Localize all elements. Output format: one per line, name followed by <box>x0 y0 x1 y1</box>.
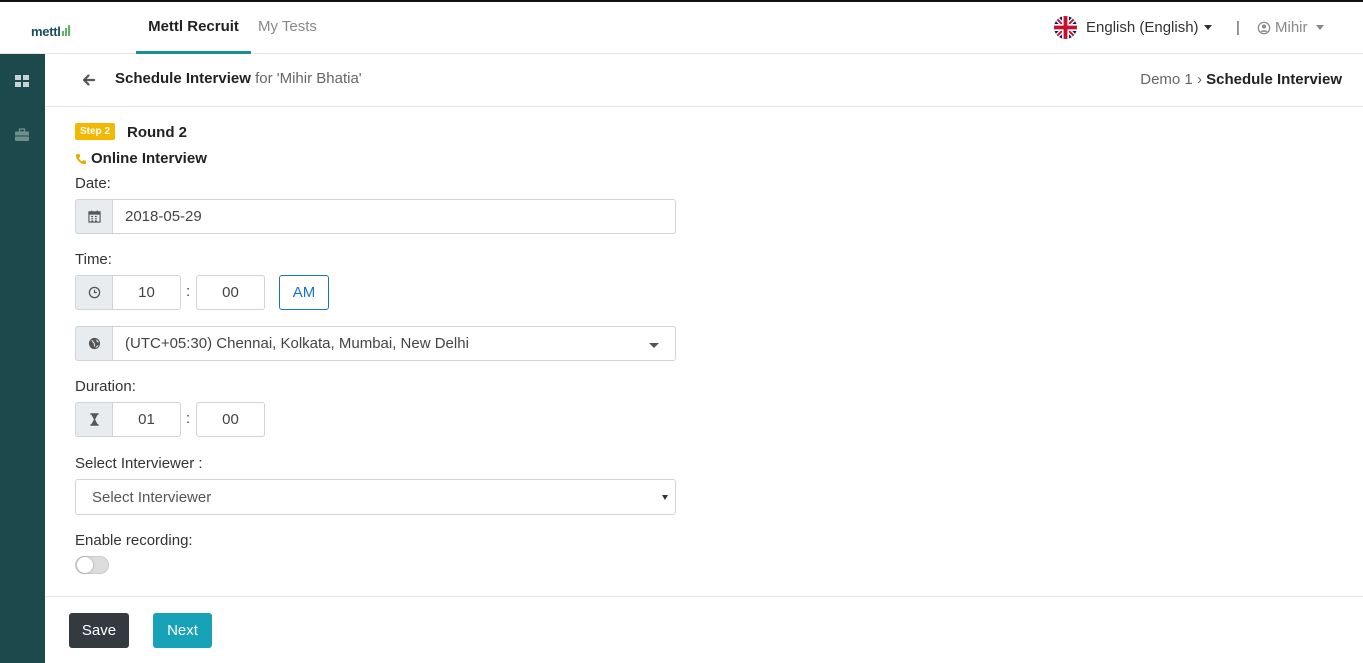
language-dropdown[interactable]: English (English) <box>1054 16 1212 39</box>
dashboard-grid-icon[interactable] <box>14 73 30 89</box>
timezone-value: (UTC+05:30) Chennai, Kolkata, Mumbai, Ne… <box>125 335 469 352</box>
caret-down-icon <box>649 343 659 348</box>
page-title: Schedule Interview for 'Mihir Bhatia' <box>115 70 362 87</box>
back-arrow-icon[interactable] <box>81 72 97 88</box>
step-badge: Step 2 <box>75 123 116 140</box>
globe-icon <box>88 337 100 350</box>
breadcrumb-separator: › <box>1196 71 1202 88</box>
caret-down-icon <box>1203 25 1212 30</box>
top-navbar: mettl Mettl Recruit My Tests English (En… <box>0 2 1363 54</box>
phone-icon <box>75 153 86 164</box>
clock-icon <box>88 286 100 299</box>
recording-label: Enable recording: <box>75 532 193 549</box>
sidebar <box>0 54 45 663</box>
form-footer: Save Next <box>45 596 1363 663</box>
interviewer-label: Select Interviewer : <box>75 455 203 472</box>
clock-addon <box>75 275 113 310</box>
hourglass-icon <box>89 413 99 426</box>
calendar-addon <box>75 199 113 234</box>
page-title-main: Schedule Interview <box>115 70 251 87</box>
globe-addon <box>75 326 113 361</box>
page-subheader: Schedule Interview for 'Mihir Bhatia' De… <box>45 55 1363 107</box>
time-minute-input[interactable]: 00 <box>196 275 265 310</box>
timezone-select[interactable]: (UTC+05:30) Chennai, Kolkata, Mumbai, Ne… <box>112 326 676 361</box>
interviewer-select[interactable]: Select Interviewer <box>75 479 676 515</box>
language-label: English (English) <box>1086 19 1199 36</box>
recording-toggle[interactable] <box>75 556 109 574</box>
user-circle-icon <box>1257 21 1271 34</box>
uk-flag-icon <box>1054 16 1077 39</box>
briefcase-icon[interactable] <box>14 127 30 143</box>
interview-mode-label: Online Interview <box>91 150 207 167</box>
hourglass-addon <box>75 402 113 437</box>
interview-mode: Online Interview <box>75 150 207 167</box>
save-button[interactable]: Save <box>69 613 129 648</box>
duration-label: Duration: <box>75 378 136 395</box>
page-title-candidate: for 'Mihir Bhatia' <box>255 70 362 87</box>
logo-bars-icon <box>61 25 70 36</box>
toggle-knob <box>77 557 93 573</box>
user-menu[interactable]: Mihir <box>1257 19 1324 36</box>
mettl-logo[interactable]: mettl <box>31 19 70 39</box>
breadcrumb: Demo 1 › Schedule Interview <box>1140 71 1342 88</box>
breadcrumb-parent[interactable]: Demo 1 <box>1140 71 1193 88</box>
time-colon: : <box>186 283 191 300</box>
round-title: Round 2 <box>127 124 187 141</box>
logo-text: mettl <box>31 24 61 39</box>
duration-colon: : <box>186 410 191 427</box>
header-separator: | <box>1236 19 1240 36</box>
date-label: Date: <box>75 175 111 192</box>
interviewer-placeholder: Select Interviewer <box>92 488 212 506</box>
caret-down-icon <box>1315 25 1324 30</box>
next-button[interactable]: Next <box>153 613 212 648</box>
date-input[interactable]: 2018-05-29 <box>112 199 676 234</box>
user-name: Mihir <box>1275 19 1308 36</box>
caret-down-icon <box>662 495 668 500</box>
breadcrumb-current: Schedule Interview <box>1206 71 1342 88</box>
tab-mettl-recruit[interactable]: Mettl Recruit <box>136 2 251 54</box>
time-hour-input[interactable]: 10 <box>112 275 181 310</box>
duration-hours-input[interactable]: 01 <box>112 402 181 437</box>
ampm-toggle-button[interactable]: AM <box>279 275 329 310</box>
duration-minutes-input[interactable]: 00 <box>196 402 265 437</box>
calendar-icon <box>87 210 101 223</box>
time-label: Time: <box>75 251 112 268</box>
tab-my-tests[interactable]: My Tests <box>258 2 317 54</box>
